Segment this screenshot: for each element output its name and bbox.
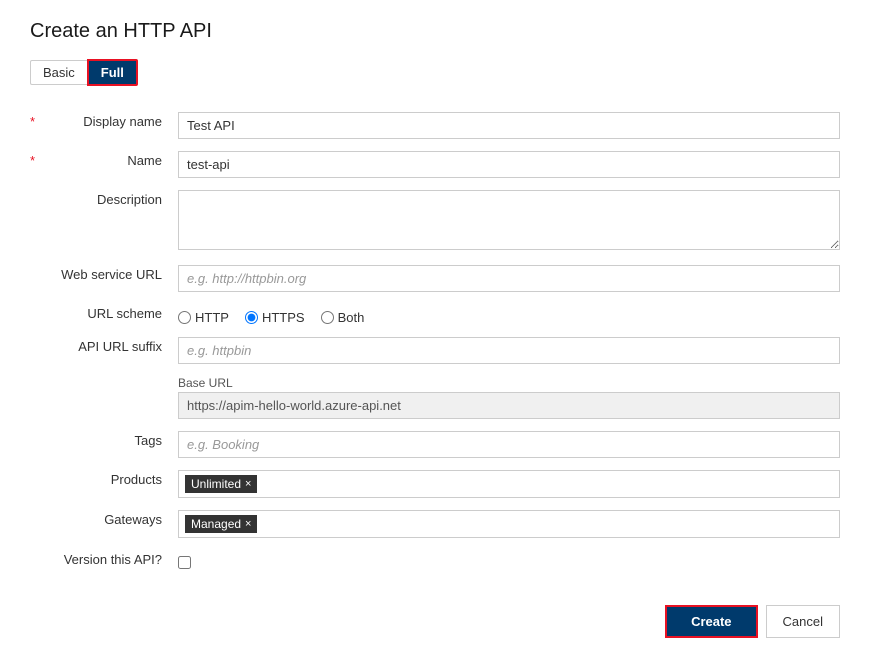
api-url-suffix-input[interactable] (178, 337, 840, 364)
tags-input[interactable] (178, 431, 840, 458)
description-label: Description (97, 192, 162, 207)
required-star-name: * (30, 153, 35, 168)
products-tag-unlimited-remove[interactable]: × (245, 479, 251, 490)
version-label: Version this API? (64, 552, 162, 567)
basic-mode-button[interactable]: Basic (30, 60, 87, 85)
url-scheme-http-label[interactable]: HTTP (178, 310, 229, 325)
tags-label: Tags (135, 433, 162, 448)
url-scheme-http-text: HTTP (195, 310, 229, 325)
url-scheme-https-label[interactable]: HTTPS (245, 310, 305, 325)
gateways-container[interactable]: Managed × (178, 510, 840, 538)
form-actions: Create Cancel (30, 605, 848, 638)
products-tag-unlimited-text: Unlimited (191, 477, 241, 491)
mode-toggle: Basic Full (30, 59, 848, 86)
web-service-url-input[interactable] (178, 265, 840, 292)
url-scheme-both-text: Both (338, 310, 365, 325)
api-url-suffix-label: API URL suffix (78, 339, 162, 354)
url-scheme-https-text: HTTPS (262, 310, 305, 325)
url-scheme-http-radio[interactable] (178, 311, 191, 324)
version-checkbox[interactable] (178, 556, 191, 569)
required-star-display: * (30, 114, 35, 129)
create-api-form: * Display name * Name Description (30, 106, 848, 575)
display-name-input[interactable] (178, 112, 840, 139)
products-tag-unlimited: Unlimited × (185, 475, 257, 493)
products-label: Products (111, 472, 162, 487)
page-title: Create an HTTP API (30, 20, 848, 43)
gateways-tag-managed: Managed × (185, 515, 257, 533)
web-service-url-label: Web service URL (61, 267, 162, 282)
url-scheme-group: HTTP HTTPS Both (178, 304, 840, 325)
url-scheme-both-radio[interactable] (321, 311, 334, 324)
name-input[interactable] (178, 151, 840, 178)
url-scheme-https-radio[interactable] (245, 311, 258, 324)
url-scheme-both-label[interactable]: Both (321, 310, 365, 325)
cancel-button[interactable]: Cancel (766, 605, 840, 638)
create-button[interactable]: Create (665, 605, 757, 638)
display-name-label: Display name (83, 114, 162, 129)
description-textarea[interactable] (178, 190, 840, 250)
products-container[interactable]: Unlimited × (178, 470, 840, 498)
url-scheme-label: URL scheme (87, 306, 162, 321)
gateways-label: Gateways (104, 512, 162, 527)
name-label: Name (127, 153, 162, 168)
gateways-tag-managed-remove[interactable]: × (245, 519, 251, 530)
base-url-label: Base URL (178, 376, 840, 390)
full-mode-button[interactable]: Full (87, 59, 138, 86)
base-url-value: https://apim-hello-world.azure-api.net (178, 392, 840, 419)
gateways-tag-managed-text: Managed (191, 517, 241, 531)
